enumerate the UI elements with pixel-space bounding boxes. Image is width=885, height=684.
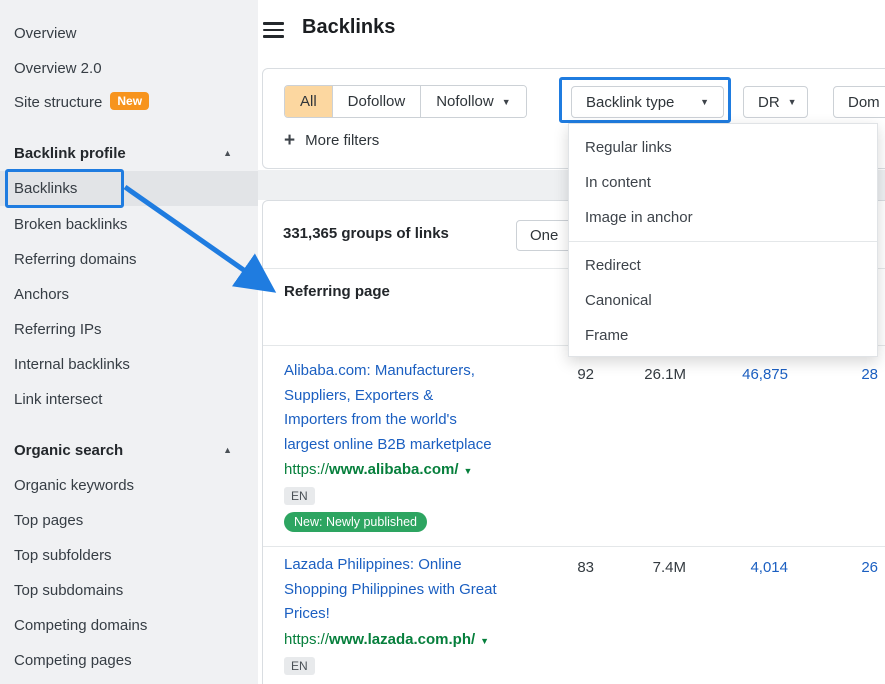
stat-value: 7.4M xyxy=(622,559,686,576)
menu-item-frame[interactable]: Frame xyxy=(569,318,877,353)
groups-count-summary: 331,365 groups of links xyxy=(283,225,449,242)
hamburger-menu-icon[interactable] xyxy=(263,22,284,38)
sidebar-section-backlink-profile[interactable]: Backlink profile xyxy=(0,136,258,171)
filter-all-button[interactable]: All xyxy=(285,86,332,117)
filter-dofollow-button[interactable]: Dofollow xyxy=(332,86,421,117)
filter-nofollow-button[interactable]: Nofollow xyxy=(420,86,525,117)
sidebar-item-overview[interactable]: Overview xyxy=(0,16,258,51)
chevron-down-icon xyxy=(788,97,797,107)
sidebar-item-competing-pages[interactable]: Competing pages xyxy=(0,643,258,678)
more-filters-button[interactable]: More filters xyxy=(284,125,379,155)
backlink-type-dropdown-button[interactable]: Backlink type xyxy=(571,86,724,118)
menu-item-in-content[interactable]: In content xyxy=(569,165,877,200)
column-header-referring-page[interactable]: Referring page xyxy=(284,283,390,300)
sidebar-item-label: Site structure xyxy=(14,94,102,111)
follow-segmented-control: All Dofollow Nofollow xyxy=(284,85,527,118)
language-badge: EN xyxy=(284,487,315,505)
dr-dropdown-button[interactable]: DR xyxy=(743,86,808,118)
domain-label: Dom xyxy=(848,94,880,111)
stat-value: 83 xyxy=(530,559,594,576)
sidebar-item-overview-2[interactable]: Overview 2.0 xyxy=(0,51,258,86)
filter-nofollow-label: Nofollow xyxy=(436,93,494,110)
newly-published-badge: New: Newly published xyxy=(284,512,427,532)
stat-link[interactable]: 28 xyxy=(814,366,878,383)
more-filters-label: More filters xyxy=(305,132,379,149)
menu-item-redirect[interactable]: Redirect xyxy=(569,248,877,283)
divider xyxy=(263,546,885,547)
sidebar-item-competing-domains[interactable]: Competing domains xyxy=(0,608,258,643)
sidebar-item-top-subdomains[interactable]: Top subdomains xyxy=(0,573,258,608)
chevron-down-icon xyxy=(700,97,709,107)
chevron-up-icon xyxy=(223,136,232,171)
sidebar-section-label: Organic search xyxy=(14,442,123,459)
backlinks-report-page: Overview Overview 2.0 Site structureNew … xyxy=(0,0,885,684)
sidebar: Overview Overview 2.0 Site structureNew … xyxy=(0,0,258,684)
stat-link[interactable]: 26 xyxy=(814,559,878,576)
sidebar-item-site-structure[interactable]: Site structure New xyxy=(0,85,258,120)
sidebar-item-top-pages[interactable]: Top pages xyxy=(0,503,258,538)
chevron-up-icon xyxy=(223,433,232,468)
chevron-down-icon[interactable] xyxy=(464,466,473,476)
url-scheme: https:// xyxy=(284,631,329,648)
backlink-type-menu: Regular links In content Image in anchor… xyxy=(568,123,878,357)
sidebar-section-organic-search[interactable]: Organic search xyxy=(0,433,258,468)
sidebar-section-label: Backlink profile xyxy=(14,145,126,162)
chevron-down-icon xyxy=(502,97,511,107)
menu-item-canonical[interactable]: Canonical xyxy=(569,283,877,318)
stat-link[interactable]: 4,014 xyxy=(704,559,788,576)
referring-page-url[interactable]: https://www.alibaba.com/ xyxy=(284,461,472,478)
sidebar-item-backlinks[interactable]: Backlinks xyxy=(0,171,258,206)
page-title: Backlinks xyxy=(302,16,395,39)
sidebar-item-anchors[interactable]: Anchors xyxy=(0,277,258,312)
stat-link[interactable]: 46,875 xyxy=(704,366,788,383)
domain-dropdown-button[interactable]: Dom xyxy=(833,86,885,118)
sidebar-item-organic-keywords[interactable]: Organic keywords xyxy=(0,468,258,503)
chevron-down-icon[interactable] xyxy=(480,636,489,646)
dr-label: DR xyxy=(758,94,780,111)
menu-divider xyxy=(569,241,877,242)
sidebar-item-internal-backlinks[interactable]: Internal backlinks xyxy=(0,347,258,382)
url-domain: www.alibaba.com/ xyxy=(329,461,458,478)
menu-item-image-in-anchor[interactable]: Image in anchor xyxy=(569,200,877,235)
url-scheme: https:// xyxy=(284,461,329,478)
url-domain: www.lazada.com.ph/ xyxy=(329,631,475,648)
stat-value: 92 xyxy=(530,366,594,383)
referring-page-title-link[interactable]: Alibaba.com: Manufacturers, Suppliers, E… xyxy=(284,359,569,457)
backlink-type-label: Backlink type xyxy=(586,94,674,111)
sidebar-item-referring-ips[interactable]: Referring IPs xyxy=(0,312,258,347)
referring-page-url[interactable]: https://www.lazada.com.ph/ xyxy=(284,631,489,648)
plus-icon xyxy=(284,131,295,150)
sidebar-item-top-subfolders[interactable]: Top subfolders xyxy=(0,538,258,573)
stat-value: 26.1M xyxy=(622,366,686,383)
sidebar-item-broken-backlinks[interactable]: Broken backlinks xyxy=(0,207,258,242)
sidebar-item-link-intersect[interactable]: Link intersect xyxy=(0,382,258,417)
menu-item-regular-links[interactable]: Regular links xyxy=(569,130,877,165)
language-badge: EN xyxy=(284,657,315,675)
sidebar-item-referring-domains[interactable]: Referring domains xyxy=(0,242,258,277)
new-badge: New xyxy=(110,92,149,110)
